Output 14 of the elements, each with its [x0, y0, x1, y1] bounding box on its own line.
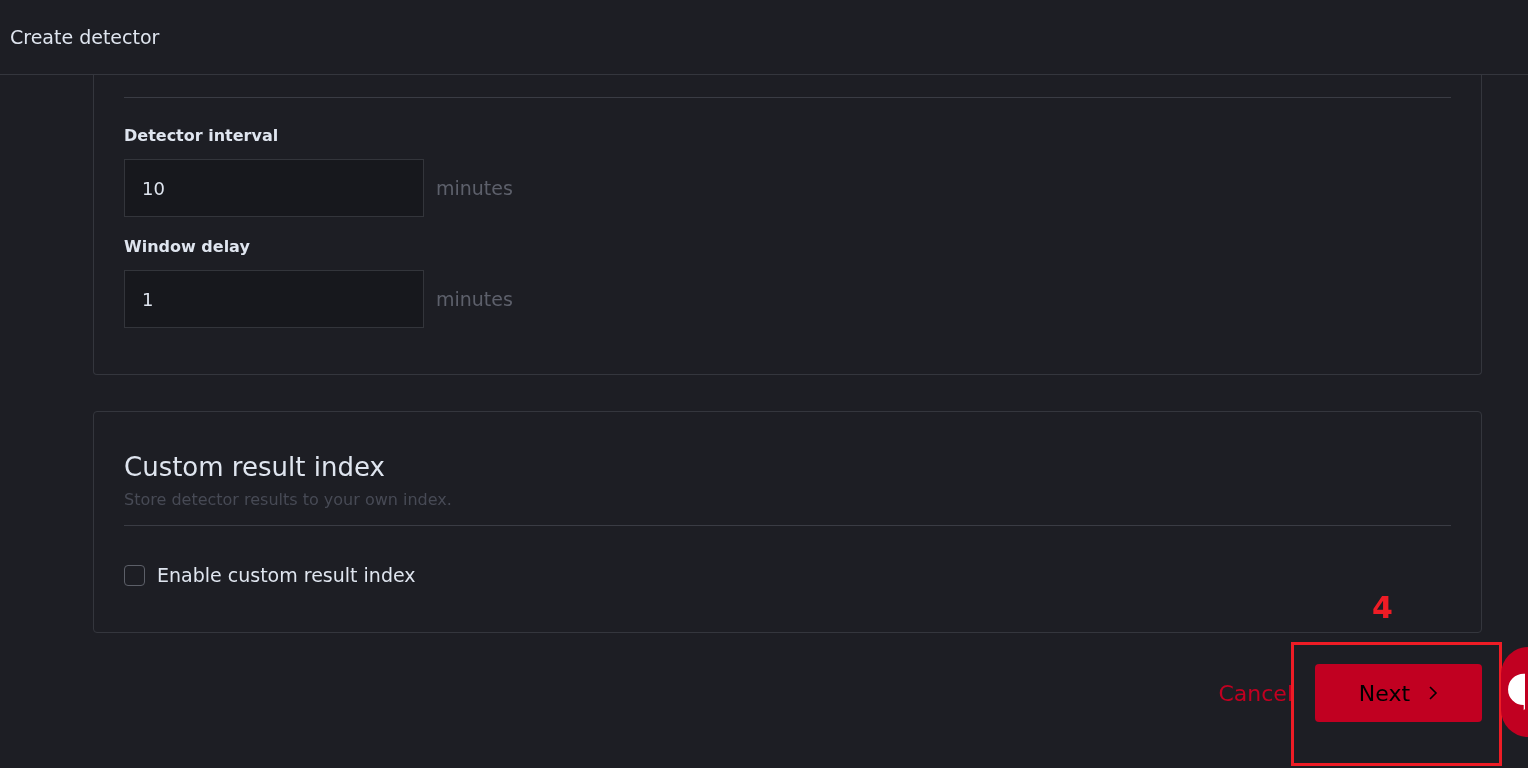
field-label: Window delay	[124, 237, 251, 256]
checkbox-label: Enable custom result index	[157, 564, 416, 586]
annotation-number: 4	[1372, 590, 1393, 625]
number-field[interactable]: 10	[124, 159, 424, 217]
unit-label: minutes	[436, 288, 513, 310]
field-label: Detector interval	[124, 126, 280, 145]
page-title: Create detector	[10, 26, 160, 48]
speech-bubble-icon	[1505, 672, 1525, 712]
checkbox[interactable]	[124, 564, 145, 586]
number-field[interactable]: 1	[124, 270, 424, 328]
chevron-right-icon	[1428, 685, 1439, 701]
section-title: Custom result index	[124, 452, 386, 482]
unit-label: minutes	[436, 177, 513, 199]
chat-button[interactable]	[1501, 647, 1528, 737]
